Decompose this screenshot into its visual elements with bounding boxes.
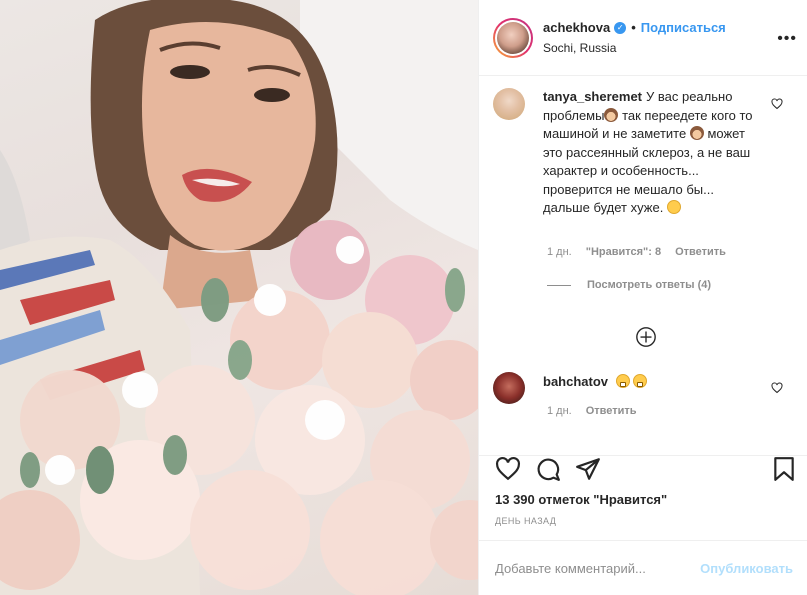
verified-icon: ✓ xyxy=(614,21,627,34)
post-header: achekhova ✓ • Подписаться Sochi, Russia … xyxy=(479,0,807,76)
instagram-post: achekhova ✓ • Подписаться Sochi, Russia … xyxy=(0,0,807,595)
bookmark-icon[interactable] xyxy=(771,456,797,482)
more-icon[interactable]: ••• xyxy=(777,30,797,48)
monkey-emoji-icon xyxy=(689,126,704,140)
grin-emoji-icon xyxy=(633,374,648,388)
comments-list: tanya_sheremet У вас реально проблемы так… xyxy=(479,76,807,456)
grin-emoji-icon xyxy=(615,374,630,388)
post-photo[interactable] xyxy=(0,0,478,595)
author-avatar-image xyxy=(497,21,529,54)
author-avatar[interactable] xyxy=(493,17,533,58)
comment-username[interactable]: bahchatov xyxy=(543,374,608,389)
comment-input[interactable] xyxy=(495,560,701,576)
comment-likes-count[interactable]: "Нравится": 8 xyxy=(586,246,661,258)
post-timestamp[interactable]: ДЕНЬ НАЗАД xyxy=(495,516,556,526)
comment-item: bahchatov xyxy=(493,372,793,404)
comment-like-heart-icon[interactable] xyxy=(771,98,783,110)
comment-time: 1 дн. xyxy=(547,405,572,417)
comment-text: tanya_sheremet У вас реально проблемы так… xyxy=(543,88,753,218)
comment-item: tanya_sheremet У вас реально проблемы так… xyxy=(493,88,793,218)
share-icon[interactable] xyxy=(575,456,601,482)
author-username[interactable]: achekhova xyxy=(543,20,610,35)
plus-circle-icon[interactable] xyxy=(635,326,657,348)
heart-icon[interactable] xyxy=(495,456,521,482)
comment-meta: 1 дн. Ответить xyxy=(547,405,651,417)
comment-time: 1 дн. xyxy=(547,246,572,258)
header-separator: • xyxy=(631,20,636,35)
commenter-avatar[interactable] xyxy=(493,88,525,120)
comment-reply-button[interactable]: Ответить xyxy=(586,405,637,417)
comment-icon[interactable] xyxy=(535,456,561,482)
comment-meta: 1 дн. "Нравится": 8 Ответить xyxy=(547,246,740,258)
view-replies-label: Посмотреть ответы (4) xyxy=(587,279,712,291)
comment-text: bahchatov xyxy=(543,372,753,404)
comment-username[interactable]: tanya_sheremet xyxy=(543,89,642,104)
action-bar xyxy=(479,456,807,486)
view-replies-button[interactable]: Посмотреть ответы (4) xyxy=(547,279,711,291)
comment-like-heart-icon[interactable] xyxy=(771,382,783,394)
publish-button[interactable]: Опубликовать xyxy=(700,561,793,576)
view-replies-line xyxy=(547,284,571,286)
monkey-emoji-icon xyxy=(604,107,619,122)
post-sidebar: achekhova ✓ • Подписаться Sochi, Russia … xyxy=(478,0,807,595)
smile-emoji-icon xyxy=(666,200,681,214)
photo-illustration xyxy=(0,0,478,595)
likes-count[interactable]: 13 390 отметок "Нравится" xyxy=(495,492,667,507)
comment-reply-button[interactable]: Ответить xyxy=(675,246,726,258)
follow-button[interactable]: Подписаться xyxy=(641,20,726,35)
post-location[interactable]: Sochi, Russia xyxy=(543,41,726,55)
commenter-avatar[interactable] xyxy=(493,372,525,404)
add-comment-bar: Опубликовать xyxy=(479,540,807,595)
